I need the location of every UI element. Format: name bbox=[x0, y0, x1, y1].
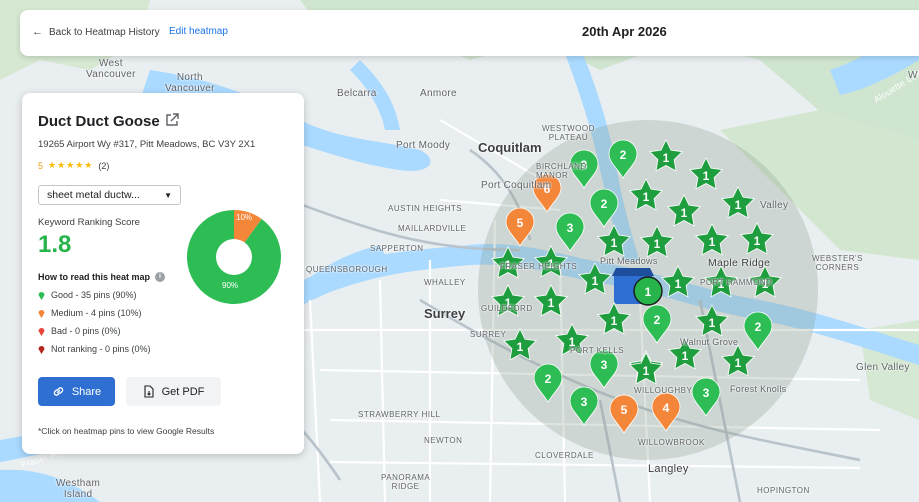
pin-rank-label: 2 bbox=[755, 320, 762, 334]
pin-rank-label: 1 bbox=[675, 277, 682, 291]
pin-icon bbox=[38, 291, 45, 300]
pin-rank-label: 1 bbox=[735, 198, 742, 212]
review-count: (2) bbox=[98, 160, 110, 171]
back-link-label: Back to Heatmap History bbox=[49, 26, 160, 38]
pin-rank-label: 1 bbox=[663, 151, 670, 165]
pin-rank-label: 1 bbox=[709, 316, 716, 330]
legend-item-bad: Bad - 0 pins (0%) bbox=[38, 326, 121, 336]
donut-label-good: 90% bbox=[222, 281, 238, 290]
pin-rank-label: 1 bbox=[735, 356, 742, 370]
pin-rank-label: 3 bbox=[567, 221, 574, 235]
ranking-donut-chart: 90% 10% bbox=[187, 210, 281, 304]
pin-rank-label: 3 bbox=[581, 395, 588, 409]
legend-label: Not ranking - 0 pins (0%) bbox=[51, 344, 151, 354]
donut-label-medium: 10% bbox=[236, 213, 252, 222]
pin-icon bbox=[38, 345, 45, 354]
link-icon bbox=[53, 387, 64, 396]
footnote: *Click on heatmap pins to view Google Re… bbox=[38, 426, 215, 436]
get-pdf-button[interactable]: Get PDF bbox=[126, 377, 221, 406]
pin-rank-label: 1 bbox=[611, 236, 618, 250]
get-pdf-button-label: Get PDF bbox=[161, 385, 205, 398]
howto-title-text: How to read this heat map bbox=[38, 272, 151, 282]
legend-item-medium: Medium - 4 pins (10%) bbox=[38, 308, 142, 318]
pin-rank-label: 5 bbox=[517, 216, 524, 230]
file-download-icon bbox=[144, 385, 154, 398]
heatmap-date: 20th Apr 2026 bbox=[582, 24, 667, 39]
keyword-select[interactable]: sheet metal ductw... ▼ bbox=[38, 185, 181, 205]
pin-rank-label: 5 bbox=[621, 403, 628, 417]
star-rating-icon: ★★★★★ bbox=[48, 160, 94, 170]
top-bar: ← Back to Heatmap History Edit heatmap 2… bbox=[20, 10, 919, 56]
howto-title: How to read this heat map i bbox=[38, 272, 166, 282]
keyword-selected-value: sheet metal ductw... bbox=[47, 189, 140, 201]
business-panel: Duct Duct Goose 19265 Airport Wy #317, P… bbox=[22, 93, 304, 454]
pin-rank-label: 2 bbox=[545, 372, 552, 386]
center-pin-rank: 1 bbox=[645, 285, 652, 299]
score-value: 1.8 bbox=[38, 231, 72, 258]
pin-rank-label: 1 bbox=[505, 258, 512, 272]
info-icon[interactable]: i bbox=[155, 272, 166, 282]
business-name: Duct Duct Goose bbox=[38, 113, 160, 130]
store-awning bbox=[612, 268, 654, 276]
pin-rank-label: 3 bbox=[703, 386, 710, 400]
pin-rank-label: 1 bbox=[681, 206, 688, 220]
legend-item-not-ranking: Not ranking - 0 pins (0%) bbox=[38, 344, 151, 354]
caret-down-icon: ▼ bbox=[164, 190, 172, 200]
pin-rank-label: 2 bbox=[654, 313, 661, 327]
pin-icon bbox=[38, 309, 45, 318]
pin-rank-label: 2 bbox=[620, 148, 627, 162]
pin-rank-label: 1 bbox=[643, 190, 650, 204]
pin-rank-label: 4 bbox=[663, 401, 670, 415]
share-button-label: Share bbox=[71, 385, 102, 398]
pin-rank-label: 1 bbox=[611, 314, 618, 328]
pin-rank-label: 2 bbox=[601, 197, 608, 211]
pin-rank-label: 1 bbox=[762, 277, 769, 291]
business-address: 19265 Airport Wy #317, Pitt Meadows, BC … bbox=[38, 139, 256, 150]
pin-icon bbox=[38, 327, 45, 336]
donut-hole bbox=[216, 239, 252, 275]
pin-rank-label: 1 bbox=[569, 335, 576, 349]
pin-rank-label: 1 bbox=[709, 235, 716, 249]
pin-rank-label: 1 bbox=[682, 349, 689, 363]
pin-rank-label: 1 bbox=[754, 234, 761, 248]
external-link-icon[interactable] bbox=[164, 112, 180, 128]
pin-rank-label: 1 bbox=[517, 340, 524, 354]
rating-row: 5 ★★★★★ (2) bbox=[38, 160, 109, 171]
pin-rank-label: 1 bbox=[703, 169, 710, 183]
pin-rank-label: 1 bbox=[654, 237, 661, 251]
pin-rank-label: 6 bbox=[544, 182, 551, 196]
back-to-history-link[interactable]: ← Back to Heatmap History bbox=[32, 26, 160, 38]
pin-rank-label: 3 bbox=[601, 358, 608, 372]
edit-heatmap-link[interactable]: Edit heatmap bbox=[169, 26, 228, 37]
pin-rank-label: 3 bbox=[581, 158, 588, 172]
legend-item-good: Good - 35 pins (90%) bbox=[38, 290, 137, 300]
score-label: Keyword Ranking Score bbox=[38, 217, 140, 228]
pin-rank-label: 1 bbox=[718, 277, 725, 291]
legend-label: Bad - 0 pins (0%) bbox=[51, 326, 121, 336]
share-button[interactable]: Share bbox=[38, 377, 115, 406]
pin-rank-label: 1 bbox=[592, 274, 599, 288]
pin-rank-label: 1 bbox=[643, 364, 650, 378]
pin-rank-label: 1 bbox=[505, 296, 512, 310]
legend-label: Medium - 4 pins (10%) bbox=[51, 308, 142, 318]
arrow-left-icon: ← bbox=[32, 26, 43, 38]
pin-rank-label: 1 bbox=[548, 296, 555, 310]
rating-value: 5 bbox=[38, 160, 44, 171]
pin-rank-label: 1 bbox=[548, 257, 555, 271]
legend-label: Good - 35 pins (90%) bbox=[51, 290, 137, 300]
